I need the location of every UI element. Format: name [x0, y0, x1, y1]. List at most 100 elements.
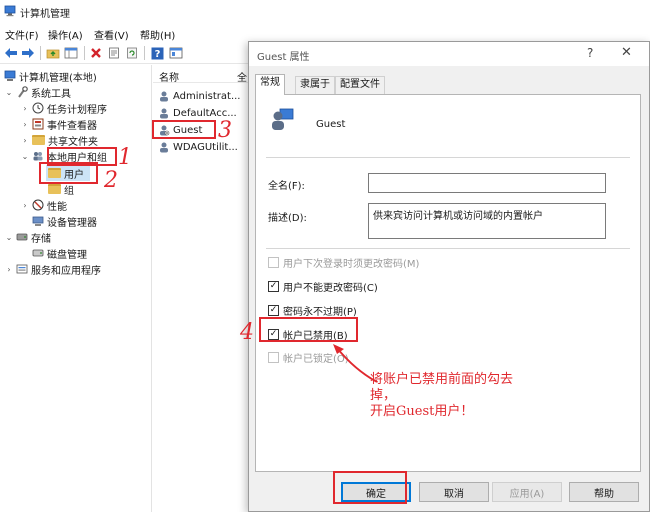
tree-item-performance[interactable]: › 性能: [20, 197, 67, 213]
tree-label-shared-folders: 共享文件夹: [48, 136, 98, 148]
chevron-right-icon[interactable]: ›: [20, 136, 30, 145]
computer-management-icon: [4, 70, 16, 81]
performance-icon: [32, 199, 44, 211]
chevron-right-icon[interactable]: ›: [4, 265, 14, 274]
tab-profile[interactable]: 配置文件: [335, 76, 385, 94]
tree-item-task-scheduler[interactable]: › 任务计划程序: [20, 100, 107, 116]
password-never-expires-checkbox[interactable]: ✓ 密码永不过期(P): [268, 303, 357, 318]
tree-item-disk-management[interactable]: 磁盘管理: [30, 245, 87, 261]
disk-icon: [32, 249, 44, 257]
dialog-title: Guest 属性: [257, 52, 310, 63]
close-icon[interactable]: ✕: [621, 45, 632, 60]
user-icon: [160, 91, 168, 102]
column-header-fullname[interactable]: 全: [237, 69, 247, 84]
tree-label-event-viewer: 事件查看器: [47, 120, 97, 132]
menu-file[interactable]: 文件(F): [5, 27, 39, 42]
annotation-box-users: [39, 162, 98, 184]
list-header: 名称 全: [153, 65, 250, 84]
back-arrow-icon[interactable]: [3, 45, 19, 61]
list-item-label: DefaultAcc...: [173, 107, 237, 119]
password-never-expires-label: 密码永不过期(P): [283, 307, 357, 318]
tree-label-disk-management: 磁盘管理: [47, 249, 87, 261]
tree-item-shared-folders[interactable]: › 共享文件夹: [20, 132, 98, 148]
tree-item-services-apps[interactable]: › 服务和应用程序: [4, 261, 101, 277]
checkmark-icon: ✓: [268, 281, 279, 292]
dialog-titlebar: Guest 属性 ? ✕: [249, 42, 649, 66]
delete-x-icon[interactable]: [88, 45, 104, 61]
tree-item-event-viewer[interactable]: › 事件查看器: [20, 116, 97, 132]
username-display: Guest: [316, 119, 346, 130]
chevron-right-icon[interactable]: ›: [20, 104, 30, 113]
forward-arrow-icon[interactable]: [20, 45, 36, 61]
annotation-note: 将账户已禁用前面的勾去 掉， 开启Guest用户！: [370, 372, 514, 419]
cannot-change-password-label: 用户不能更改密码(C): [283, 283, 378, 294]
toolbar-separator: [40, 46, 41, 60]
column-header-name[interactable]: 名称: [159, 69, 179, 84]
must-change-password-checkbox[interactable]: 用户下次登录时须更改密码(M): [268, 255, 419, 270]
menu-help[interactable]: 帮助(H): [140, 27, 175, 42]
tree-label-system-tools: 系统工具: [31, 88, 71, 100]
chevron-down-icon[interactable]: ⌄: [20, 152, 30, 161]
annotation-number-3: 3: [218, 118, 232, 143]
toolbar-separator: [84, 46, 85, 60]
chevron-down-icon[interactable]: ⌄: [4, 88, 14, 97]
user-icon: [160, 142, 168, 153]
checkmark-icon: ✓: [268, 305, 279, 316]
cancel-button[interactable]: 取消: [419, 482, 489, 502]
list-item-label: Administrat...: [173, 90, 241, 102]
tree-label-task-scheduler: 任务计划程序: [47, 104, 107, 116]
properties-icon[interactable]: [106, 45, 122, 61]
help-button[interactable]: 帮助: [569, 482, 639, 502]
list-item[interactable]: Administrat...: [158, 88, 240, 104]
up-folder-icon[interactable]: [45, 45, 61, 61]
annotation-box-guest: [152, 120, 216, 139]
user-avatar-icon: [272, 108, 294, 130]
tree-label-device-manager: 设备管理器: [47, 217, 97, 229]
services-icon: [16, 264, 28, 274]
tree-item-device-manager[interactable]: 设备管理器: [30, 213, 97, 229]
annotation-box-ok-button: [333, 471, 407, 504]
user-icon: [160, 108, 168, 119]
fullname-label: 全名(F):: [268, 181, 305, 192]
tab-general[interactable]: 常规: [255, 74, 285, 95]
annotation-box-disabled-checkbox: [259, 317, 358, 342]
show-tree-icon[interactable]: [63, 45, 79, 61]
tree-label-services-apps: 服务和应用程序: [31, 265, 101, 277]
chevron-right-icon[interactable]: ›: [20, 201, 30, 210]
fullname-field[interactable]: [368, 173, 606, 193]
tree-item-storage[interactable]: ⌄ 存储: [4, 229, 51, 245]
window-titlebar: 计算机管理: [0, 0, 650, 24]
refresh-icon[interactable]: [124, 45, 140, 61]
device-manager-icon: [32, 216, 44, 226]
chevron-right-icon[interactable]: ›: [20, 120, 30, 129]
view-icon[interactable]: [168, 45, 184, 61]
tree-label-performance: 性能: [47, 201, 67, 213]
description-field[interactable]: 供来宾访问计算机或访问域的内置帐户: [368, 203, 606, 239]
storage-icon: [16, 233, 28, 241]
cannot-change-password-checkbox[interactable]: ✓ 用户不能更改密码(C): [268, 279, 378, 294]
help-icon[interactable]: ?: [149, 45, 165, 61]
users-group-icon: [33, 152, 43, 161]
event-viewer-icon: [32, 118, 44, 130]
clock-icon: [32, 102, 44, 114]
toolbar-separator: [144, 46, 145, 60]
divider: [266, 248, 630, 249]
tab-member-of[interactable]: 隶属于: [295, 76, 335, 94]
folder-icon: [48, 184, 61, 194]
list-item-label: WDAGUtilit...: [173, 141, 238, 153]
tree-label-storage: 存储: [31, 233, 51, 245]
chevron-down-icon[interactable]: ⌄: [4, 233, 14, 242]
menu-view[interactable]: 查看(V): [94, 27, 129, 42]
screenshot: 计算机管理 文件(F) 操作(A) 查看(V) 帮助(H) ? 计算机管理(本地…: [0, 0, 650, 512]
window-title: 计算机管理: [20, 9, 70, 20]
menu-action[interactable]: 操作(A): [48, 27, 83, 42]
checkbox-box: [268, 257, 279, 268]
tree-item-root[interactable]: 计算机管理(本地): [2, 68, 97, 84]
must-change-password-label: 用户下次登录时须更改密码(M): [283, 259, 420, 270]
tree-pane: 计算机管理(本地) ⌄ 系统工具 › 任务计划程序 › 事件查看器 › 共享文件…: [0, 65, 152, 512]
apply-button[interactable]: 应用(A): [492, 482, 562, 502]
tree-item-system-tools[interactable]: ⌄ 系统工具: [4, 84, 71, 100]
tools-icon: [18, 86, 28, 98]
help-question-icon[interactable]: ?: [587, 46, 593, 60]
guest-properties-dialog: Guest 属性 ? ✕ 常规 隶属于 配置文件 Guest 全名(F): 描述…: [248, 41, 650, 512]
